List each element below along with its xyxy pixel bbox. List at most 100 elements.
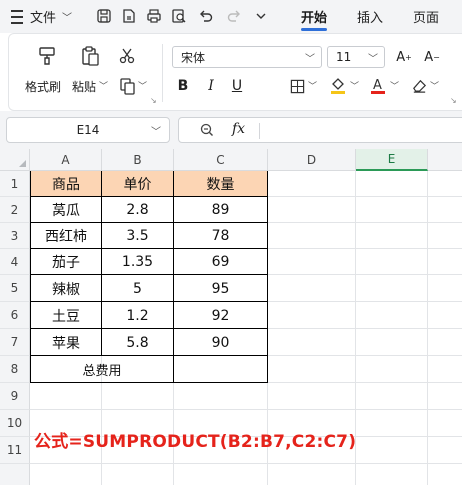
name-box[interactable]: E14 ﹀	[6, 117, 170, 143]
clipboard-expand-icon[interactable]: ↘	[150, 96, 157, 105]
table-cell[interactable]: 3.5	[102, 223, 173, 249]
row-header-12[interactable]	[0, 464, 30, 485]
chevron-down-icon: ﹀	[305, 54, 315, 65]
name-box-value: E14	[76, 123, 100, 137]
row-header-8[interactable]: 8	[0, 356, 30, 383]
fx-icon[interactable]: fx	[232, 121, 245, 137]
chevron-down-icon: ﹀	[62, 13, 73, 24]
table-cell[interactable]: 69	[174, 249, 267, 275]
table-cell[interactable]: 89	[174, 197, 267, 223]
row-header-2[interactable]: 2	[0, 197, 30, 223]
redo-icon[interactable]	[225, 7, 243, 25]
table-cell[interactable]: 苹果	[31, 329, 101, 356]
tab-insert[interactable]: 插入	[357, 0, 383, 33]
row-header-11[interactable]: 11	[0, 437, 30, 464]
font-name-value: 宋体	[181, 50, 206, 65]
column-header-e[interactable]: E	[356, 149, 428, 171]
clear-format-chevron-icon[interactable]: ﹀	[430, 79, 439, 92]
table-cell[interactable]: 莴瓜	[31, 197, 101, 223]
formula-input[interactable]: fx	[178, 117, 462, 143]
cut-icon[interactable]	[117, 46, 137, 66]
row-header-5[interactable]: 5	[0, 275, 30, 302]
main-menu-icon[interactable]	[8, 0, 26, 33]
border-icon[interactable]	[287, 76, 307, 96]
font-size-value: 11	[336, 50, 352, 64]
print-preview-icon[interactable]	[170, 7, 188, 25]
gridline	[30, 463, 462, 464]
format-painter-icon[interactable]	[35, 44, 59, 68]
clear-format-icon[interactable]	[409, 75, 429, 95]
tab-home-label: 开始	[301, 11, 328, 26]
row-header-3[interactable]: 3	[0, 223, 30, 249]
total-label-cell[interactable]: 总费用	[31, 356, 173, 383]
ribbon-separator	[162, 44, 163, 102]
more-chevron-icon[interactable]	[252, 7, 270, 25]
file-menu[interactable]: 文件 ﹀	[30, 0, 72, 33]
table-cell[interactable]: 辣椒	[31, 275, 101, 302]
svg-text:A: A	[373, 78, 382, 93]
paste-icon[interactable]	[78, 44, 102, 68]
menu-bar: 文件 ﹀ 开始 插入 页面	[0, 0, 462, 33]
zoom-icon[interactable]	[199, 122, 215, 138]
sheet-grid[interactable]: A B C D E 1 2 3 4 5 6 7 8 9 10 11 商品 单价 …	[0, 149, 462, 485]
column-header-f[interactable]	[428, 149, 462, 171]
increase-font-icon[interactable]: A +	[394, 47, 414, 67]
decrease-font-icon[interactable]: A −	[422, 47, 442, 67]
table-cell[interactable]: 78	[174, 223, 267, 249]
underline-icon[interactable]: U	[228, 76, 246, 96]
row-header-7[interactable]: 7	[0, 329, 30, 356]
table-cell[interactable]: 茄子	[31, 249, 101, 275]
font-color-icon[interactable]: A	[367, 74, 389, 96]
bold-icon[interactable]: B	[174, 76, 192, 96]
font-name-select[interactable]: 宋体 ﹀	[172, 46, 322, 68]
file-menu-label: 文件	[30, 11, 57, 26]
fill-color-chevron-icon[interactable]: ﹀	[350, 79, 359, 92]
table-cell[interactable]: 95	[174, 275, 267, 302]
paste-chevron-icon[interactable]: ﹀	[99, 79, 108, 92]
export-pdf-icon[interactable]	[120, 7, 138, 25]
format-painter-label[interactable]: 格式刷	[25, 78, 61, 95]
row-header-6[interactable]: 6	[0, 302, 30, 329]
tab-page[interactable]: 页面	[413, 0, 439, 33]
table-cell[interactable]: 1.35	[102, 249, 173, 275]
table-cell[interactable]: 90	[174, 329, 267, 356]
table-cell[interactable]: 92	[174, 302, 267, 329]
save-icon[interactable]	[95, 7, 113, 25]
font-expand-icon[interactable]: ↘	[450, 96, 457, 105]
formula-bar: E14 ﹀ fx	[0, 111, 462, 149]
table-header-cell[interactable]: 单价	[102, 171, 173, 197]
fill-color-icon[interactable]	[327, 74, 349, 96]
font-size-select[interactable]: 11 ﹀	[327, 46, 385, 68]
table-cell[interactable]: 5	[102, 275, 173, 302]
tab-home[interactable]: 开始	[301, 0, 328, 33]
paste-label[interactable]: 粘贴	[72, 78, 96, 95]
row-header-9[interactable]: 9	[0, 383, 30, 410]
border-chevron-icon[interactable]: ﹀	[308, 79, 317, 92]
column-header-b[interactable]: B	[102, 149, 174, 171]
table-cell[interactable]: 1.2	[102, 302, 173, 329]
chevron-down-icon: ﹀	[151, 127, 161, 138]
row-header-1[interactable]: 1	[0, 171, 30, 197]
table-border	[267, 171, 268, 383]
row-header-4[interactable]: 4	[0, 249, 30, 275]
table-cell[interactable]: 土豆	[31, 302, 101, 329]
copy-icon[interactable]	[117, 76, 137, 96]
row-header-10[interactable]: 10	[0, 410, 30, 437]
table-cell[interactable]: 2.8	[102, 197, 173, 223]
total-value-cell[interactable]	[174, 356, 267, 383]
table-cell[interactable]: 西红柿	[31, 223, 101, 249]
print-icon[interactable]	[145, 7, 163, 25]
column-header-c[interactable]: C	[174, 149, 268, 171]
italic-icon[interactable]: I	[202, 76, 220, 96]
copy-chevron-icon[interactable]: ﹀	[138, 79, 147, 92]
table-header-cell[interactable]: 数量	[174, 171, 267, 197]
select-all-corner[interactable]	[0, 149, 30, 171]
column-header-d[interactable]: D	[268, 149, 356, 171]
font-color-chevron-icon[interactable]: ﹀	[390, 79, 399, 92]
table-cell[interactable]: 5.8	[102, 329, 173, 356]
undo-icon[interactable]	[197, 7, 215, 25]
formula-annotation[interactable]: 公式=SUMPRODUCT(B2:B7,C2:C7)	[34, 427, 356, 452]
column-header-a[interactable]: A	[30, 149, 102, 171]
ribbon: 格式刷 粘贴 ﹀ ﹀ ↘ 宋体 ﹀ 11 ﹀ A + A − B I U ﹀ ﹀ A…	[8, 33, 462, 111]
table-header-cell[interactable]: 商品	[31, 171, 101, 197]
